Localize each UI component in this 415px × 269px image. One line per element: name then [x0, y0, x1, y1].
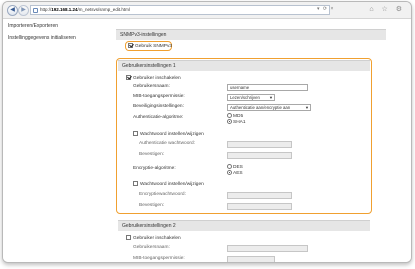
user2-mib-select[interactable]	[227, 256, 275, 262]
user1-section-header: Gebruikersinstellingen 1	[118, 60, 370, 71]
address-path: /m_netsvs/snmp_edit.html	[77, 7, 130, 12]
set-auth-password-label: Wachtwoord instellen/wijzigen	[140, 132, 204, 137]
browser-window: ◀ ▶ http://192.168.1.24/m_netsvs/snmp_ed…	[2, 1, 412, 263]
set-auth-password-checkbox[interactable]	[133, 131, 138, 136]
auth-confirm-label: Bevestigen:	[139, 152, 165, 157]
snmpv3-section-header: SNMPv3-instellingen	[116, 29, 386, 40]
mib-permission-label: MIB-toegangspermissie:	[133, 94, 185, 99]
user2-enable-label: Gebruiker inschakelen	[133, 236, 181, 241]
set-enc-password-checkbox[interactable]	[133, 181, 138, 186]
back-button[interactable]: ◀	[7, 5, 18, 16]
mib-permission-select[interactable]: Lezen/schrijven ▼	[227, 94, 275, 101]
use-snmpv3-checkbox[interactable]	[128, 43, 133, 48]
user2-enable-row: Gebruiker inschakelen	[126, 235, 181, 241]
enc-aes-label: AES	[233, 171, 243, 176]
auth-algorithm-label: Authenticatie-algoritme:	[133, 115, 184, 120]
security-settings-value: Authenticatie aan/encryptie aan	[230, 105, 291, 110]
user2-username-input[interactable]	[227, 245, 308, 252]
user1-enable-row: Gebruiker inschakelen	[126, 75, 181, 81]
nav-item-import-export[interactable]: Importeren/Exporteren	[8, 20, 106, 32]
chevron-down-icon: ▼	[269, 95, 273, 100]
left-navigation: Importeren/Exporteren Instellinggegevens…	[8, 23, 106, 44]
username-label: Gebruikersnaam:	[133, 84, 170, 89]
address-prefix: http://	[40, 7, 52, 12]
enc-aes-option[interactable]: AES	[227, 170, 243, 176]
auth-sha1-option[interactable]: SHA1	[227, 119, 246, 125]
use-snmpv3-label: Gebruik SNMPv3	[135, 44, 173, 49]
security-settings-select[interactable]: Authenticatie aan/encryptie aan ▼	[227, 104, 311, 111]
auth-password-input[interactable]	[227, 141, 292, 148]
address-host: 192.168.1.24	[51, 7, 78, 12]
set-enc-password-row: Wachtwoord instellen/wijzigen	[133, 181, 204, 187]
auth-md5-radio[interactable]	[227, 113, 232, 118]
set-enc-password-label: Wachtwoord instellen/wijzigen	[140, 182, 204, 187]
enc-confirm-input[interactable]	[227, 203, 292, 210]
enc-password-input[interactable]	[227, 192, 292, 199]
forward-button[interactable]: ▶	[18, 5, 29, 16]
user2-username-label: Gebruikersnaam:	[133, 245, 170, 250]
auth-password-label: Authenticatie wachtwoord:	[139, 141, 195, 146]
browser-toolbar: ◀ ▶ http://192.168.1.24/m_netsvs/snmp_ed…	[3, 2, 411, 19]
enc-confirm-label: Bevestigen:	[139, 203, 165, 208]
user2-section-header: Gebruikersinstellingen 2	[118, 220, 370, 231]
username-input[interactable]: username	[227, 84, 308, 91]
use-snmpv3-row: Gebruik SNMPv3	[128, 43, 172, 49]
page-content: Importeren/Exporteren Instellinggegevens…	[3, 19, 411, 262]
chevron-down-icon: ▼	[305, 105, 309, 110]
user1-enable-checkbox[interactable]	[126, 75, 131, 80]
set-auth-password-row: Wachtwoord instellen/wijzigen	[133, 131, 204, 137]
enc-password-label: Encryptiewachtwoord:	[139, 192, 186, 197]
page-icon	[33, 8, 38, 13]
mib-permission-value: Lezen/schrijven	[230, 95, 260, 100]
address-bar[interactable]: http://192.168.1.24/m_netsvs/snmp_edit.h…	[30, 5, 330, 15]
user1-enable-label: Gebruiker inschakelen	[133, 76, 181, 81]
security-settings-label: Beveiligingsinstellingen:	[133, 104, 184, 109]
auth-confirm-input[interactable]	[227, 152, 292, 159]
enc-des-radio[interactable]	[227, 164, 232, 169]
enc-aes-radio[interactable]	[227, 170, 232, 175]
auth-sha1-label: SHA1	[233, 120, 246, 125]
auth-sha1-radio[interactable]	[227, 119, 232, 124]
enc-algorithm-label: Encryptie-algoritme:	[133, 166, 176, 171]
address-controls-icon[interactable]: ▾ ⟳ ×	[317, 6, 334, 12]
user2-enable-checkbox[interactable]	[126, 235, 131, 240]
toolbar-icons[interactable]: ⌂ ☆ ⚙	[369, 5, 405, 13]
user2-mib-label: MIB-toegangspermissie:	[133, 256, 185, 261]
nav-item-initialize[interactable]: Instellinggegevens initialiseren	[8, 32, 106, 44]
